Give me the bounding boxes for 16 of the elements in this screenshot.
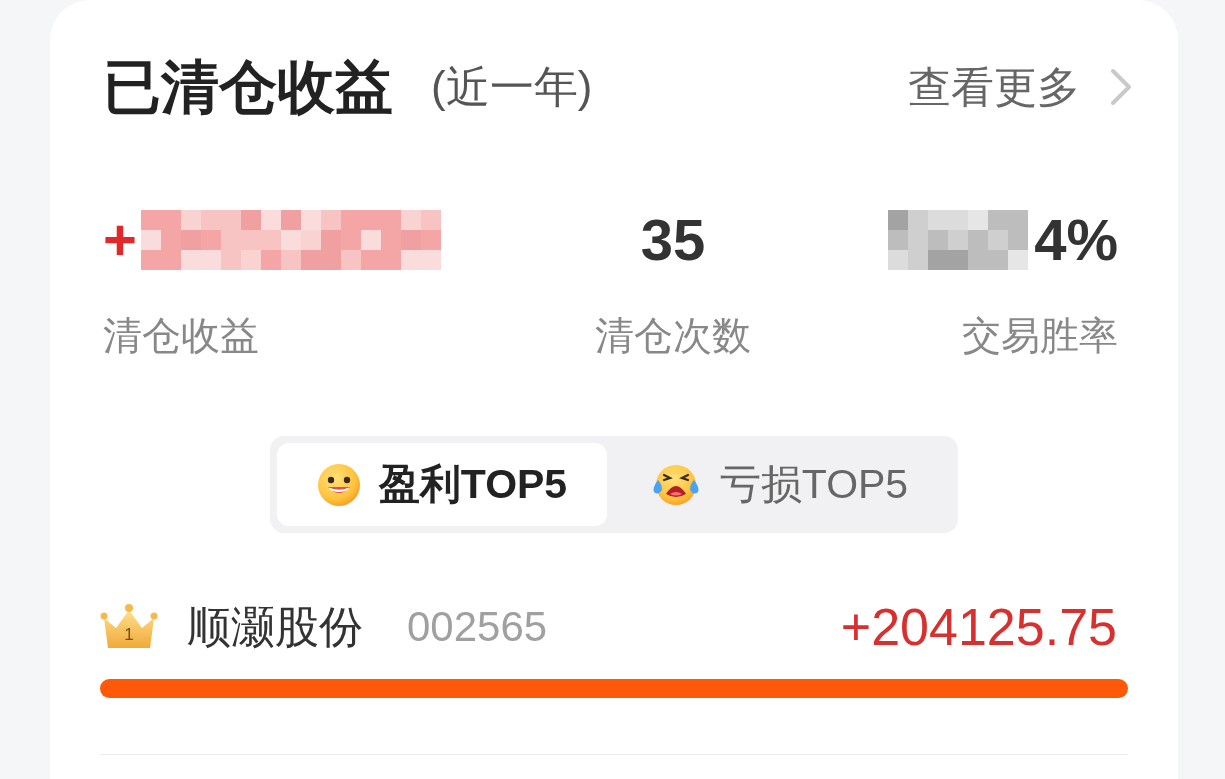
profit-amount: +204125.75 [840,601,1117,653]
smiling-face-icon [316,462,361,507]
stat-label: 交易胜率 [962,316,1118,355]
chevron-right-icon[interactable] [1110,68,1132,106]
stat-value: 35 [640,211,706,269]
tab[interactable]: 亏损TOP5 [607,443,951,526]
period-label: (近一年) [431,65,593,109]
stat-label: 清仓收益 [103,316,259,355]
stock-name: 顺灏股份 [187,605,363,649]
section-title: 已清仓收益 [103,58,393,116]
view-more-link[interactable]: 查看更多 [908,65,1080,109]
stock-code: 002565 [407,606,548,648]
tab[interactable]: 盈利TOP5 [277,443,607,526]
stat-value: + [103,211,137,269]
stat-value: 4% [1034,211,1118,269]
stat-label: 清仓次数 [595,316,751,355]
